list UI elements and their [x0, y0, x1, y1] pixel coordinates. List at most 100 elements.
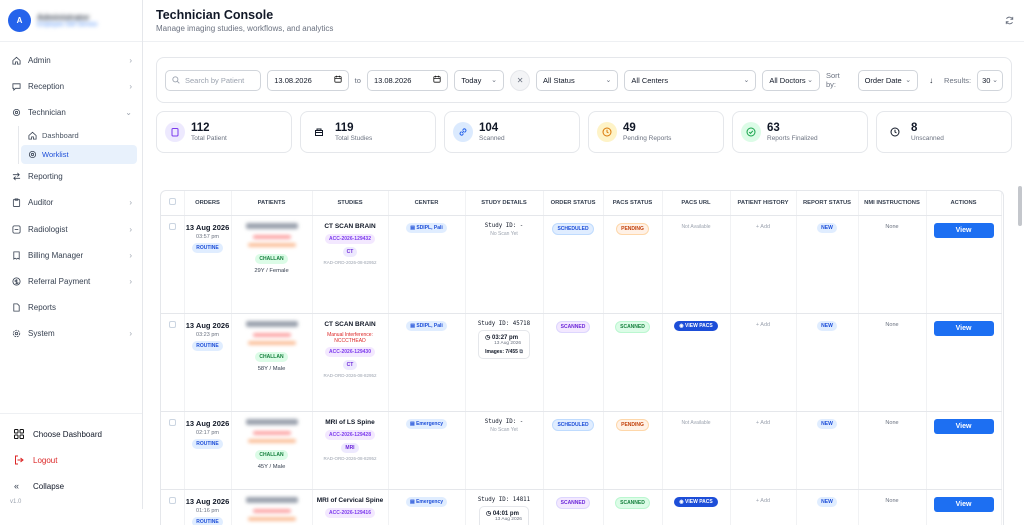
view-button[interactable]: View [934, 223, 994, 238]
table-row[interactable]: 13 Aug 202601:16 pmROUTINEMRI of Cervica… [161, 489, 1001, 525]
row-select-cell [161, 489, 184, 525]
column-header: PACS URL [662, 191, 730, 215]
select-all-checkbox[interactable] [169, 198, 176, 205]
view-pacs-button[interactable]: ◉ VIEW PACS [674, 497, 717, 507]
results-select[interactable]: 30 ⌄ [977, 70, 1003, 91]
center-name: Emergency [416, 421, 443, 427]
challan-badge: CHALLAN [255, 450, 287, 460]
page-header: Technician Console Manage imaging studie… [143, 0, 1024, 42]
column-header: Order Status [543, 191, 603, 215]
user-profile[interactable]: A Administrator Employee Self Service [0, 0, 142, 42]
clock-icon [597, 122, 617, 142]
clock-icon: ◷ [486, 511, 493, 517]
stat-label: Total Patient [191, 135, 227, 142]
sort-select[interactable]: Order Date ⌄ [858, 70, 919, 91]
order-ref: RAD-ORD-2026-08-82952 [313, 456, 388, 462]
stat-card-reports-finalized[interactable]: 63Reports Finalized [732, 111, 868, 153]
column-header: NMI Instructions [858, 191, 926, 215]
collapse-button[interactable]: « Collapse [0, 473, 142, 499]
patient-age-gender: 58Y / Male [232, 366, 312, 372]
sidebar-item-billing-manager[interactable]: Billing Manager› [0, 242, 142, 268]
table-row[interactable]: 13 Aug 202602:17 pmROUTINECHALLAN45Y / M… [161, 411, 1001, 489]
sidebar-item-technician[interactable]: Technician⌄ [0, 99, 142, 125]
sidebar-item-reception[interactable]: Reception› [0, 73, 142, 99]
date-to-input[interactable]: 13.08.2026 [367, 70, 448, 91]
stat-card-scanned[interactable]: 104Scanned [444, 111, 580, 153]
logout-button[interactable]: Logout [0, 447, 142, 473]
column-header: Report Status [796, 191, 858, 215]
center-name: Emergency [416, 499, 443, 505]
add-history-link[interactable]: + Add [756, 322, 770, 328]
study-details-cell: Study ID: 45718◷ 03:27 pm13 Aug 2026Imag… [465, 313, 543, 411]
pacs-url-cell: ◉ VIEW PACS [662, 313, 730, 411]
order-cell: 13 Aug 202603:23 pmROUTINE [184, 313, 231, 411]
stat-card-total-studies[interactable]: 119Total Studies [300, 111, 436, 153]
pacs-status-cell: PENDING [603, 411, 662, 489]
sidebar-item-radiologist[interactable]: Radiologist› [0, 216, 142, 242]
stat-card-unscanned[interactable]: 8Unscanned [876, 111, 1012, 153]
choose-dashboard-button[interactable]: Choose Dashboard [0, 421, 142, 447]
range-value: Today [461, 76, 481, 85]
date-to-label: to [355, 76, 361, 85]
patient-history-cell: + Add [730, 489, 796, 525]
order-status-badge: SCHEDULED [552, 419, 593, 431]
sort-direction-button[interactable]: ↓ [924, 70, 938, 91]
sidebar-item-system[interactable]: System› [0, 321, 142, 347]
date-from-input[interactable]: 13.08.2026 [267, 70, 348, 91]
order-time: 03:57 pm [185, 234, 231, 240]
study-id: Study ID: 14811 [466, 497, 543, 503]
center-cell: ▤ Emergency [388, 411, 465, 489]
status-select[interactable]: All Status ⌄ [536, 70, 618, 91]
doctors-value: All Doctors [769, 76, 805, 85]
row-checkbox[interactable] [169, 223, 176, 230]
sidebar-item-reports[interactable]: Reports [0, 295, 142, 321]
nmi-value: None [885, 498, 898, 504]
table-row[interactable]: 13 Aug 202603:57 pmROUTINECHALLAN29Y / F… [161, 215, 1001, 313]
view-button[interactable]: View [934, 419, 994, 434]
range-select[interactable]: Today ⌄ [454, 70, 504, 91]
nmi-value: None [885, 322, 898, 328]
order-date: 13 Aug 2026 [185, 223, 231, 232]
stat-card-pending-reports[interactable]: 49Pending Reports [588, 111, 724, 153]
logout-icon [14, 455, 24, 465]
clear-filter-button[interactable]: ✕ [510, 70, 530, 91]
challan-badge: CHALLAN [255, 254, 287, 264]
view-button[interactable]: View [934, 497, 994, 512]
view-button[interactable]: View [934, 321, 994, 336]
interference-note: Manual Interference: NCCCTHEAD [313, 332, 388, 344]
sidebar-item-referral-payment[interactable]: Referral Payment› [0, 268, 142, 294]
center-name: SDIPL, Pali [416, 225, 442, 231]
pacs-url-na: Not Available [681, 420, 710, 426]
sidebar-item-auditor[interactable]: Auditor› [0, 190, 142, 216]
sidebar-item-reporting[interactable]: Reporting [0, 164, 142, 190]
actions-cell: View [926, 411, 1001, 489]
row-checkbox[interactable] [169, 321, 176, 328]
add-history-link[interactable]: + Add [756, 498, 770, 504]
row-select-cell [161, 411, 184, 489]
stat-card-total-patient[interactable]: 112Total Patient [156, 111, 292, 153]
row-checkbox[interactable] [169, 497, 176, 504]
table-scrollbar[interactable] [1018, 186, 1022, 226]
view-pacs-button[interactable]: ◉ VIEW PACS [674, 321, 717, 331]
patient-cell [231, 489, 312, 525]
refresh-icon[interactable] [1002, 13, 1016, 27]
chevron-icon: › [129, 82, 132, 91]
add-history-link[interactable]: + Add [756, 420, 770, 426]
row-checkbox[interactable] [169, 419, 176, 426]
add-history-link[interactable]: + Add [756, 224, 770, 230]
gear-icon [28, 150, 37, 159]
sidebar-subitem-worklist[interactable]: Worklist [21, 145, 137, 164]
sidebar-item-admin[interactable]: Admin› [0, 47, 142, 73]
search-input[interactable]: Search by Patient [165, 70, 261, 91]
table-row[interactable]: 13 Aug 202603:23 pmROUTINECHALLAN58Y / M… [161, 313, 1001, 411]
centers-select[interactable]: All Centers ⌄ [624, 70, 756, 91]
center-cell: ▤ SDIPL, Pali [388, 313, 465, 411]
order-ref: RAD-ORD-2026-08-82952 [313, 260, 388, 266]
doctors-select[interactable]: All Doctors ⌄ [762, 70, 820, 91]
copy-icon[interactable]: ⧉ [519, 349, 523, 355]
sidebar-nav: Admin›Reception›Technician⌄DashboardWork… [0, 42, 142, 413]
scan-date: 13 Aug 2026 [495, 517, 522, 522]
sidebar: A Administrator Employee Self Service Ad… [0, 0, 143, 509]
chat-icon [11, 81, 21, 91]
sidebar-subitem-dashboard[interactable]: Dashboard [21, 126, 137, 145]
